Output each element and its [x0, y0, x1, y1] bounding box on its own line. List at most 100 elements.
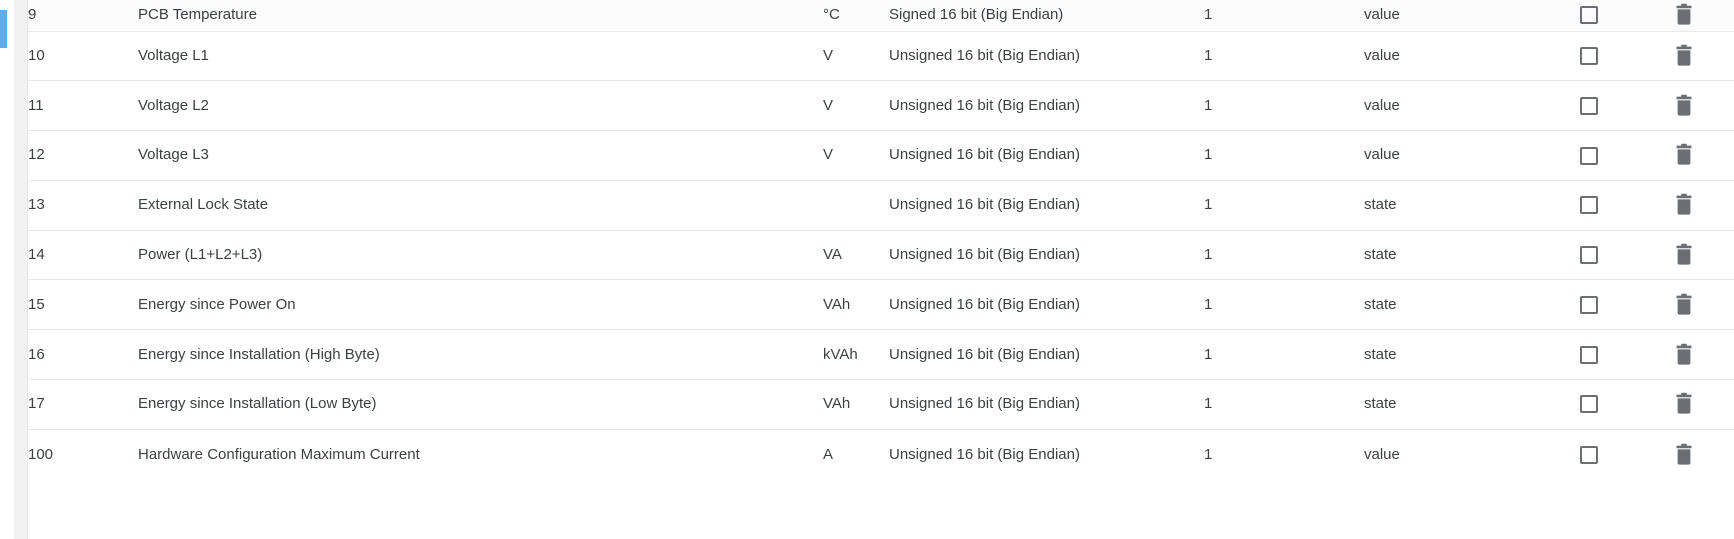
table-row[interactable]: 13 External Lock State Unsigned 16 bit (Bi… — [28, 180, 1734, 231]
table-row[interactable]: 10 Voltage L1 V Unsigned 16 bit (Big Endian… — [28, 31, 1734, 82]
register-kind-cell: value — [1364, 0, 1544, 32]
register-unit-cell: VAh — [823, 379, 889, 430]
register-delete-cell[interactable] — [1634, 130, 1734, 181]
register-data-type: Unsigned 16 bit (Big Endian) — [889, 46, 1080, 64]
register-kind: value — [1364, 96, 1400, 114]
register-select-cell[interactable] — [1544, 329, 1634, 381]
register-delete-cell[interactable] — [1634, 379, 1734, 430]
register-data-type: Unsigned 16 bit (Big Endian) — [889, 395, 1080, 413]
trash-icon[interactable] — [1673, 443, 1695, 467]
register-data-type-cell: Unsigned 16 bit (Big Endian) — [889, 31, 1204, 82]
register-select-cell[interactable] — [1544, 279, 1634, 331]
register-scale: 1 — [1204, 6, 1213, 24]
register-select-cell[interactable] — [1544, 130, 1634, 181]
register-unit: V — [823, 96, 834, 114]
register-delete-cell[interactable] — [1634, 180, 1734, 231]
register-data-type-cell: Unsigned 16 bit (Big Endian) — [889, 230, 1204, 281]
table-row[interactable]: 12 Voltage L3 V Unsigned 16 bit (Big Endian… — [28, 130, 1734, 181]
register-data-type-cell: Unsigned 16 bit (Big Endian) — [889, 329, 1204, 381]
register-select-cell[interactable] — [1544, 0, 1634, 32]
trash-icon[interactable] — [1673, 243, 1695, 267]
trash-icon[interactable] — [1673, 3, 1695, 27]
register-table-body: 9 PCB Temperature °C Signed 16 bit (Big End… — [28, 0, 1734, 479]
table-row[interactable]: 11 Voltage L2 V Unsigned 16 bit (Big Endian… — [28, 80, 1734, 132]
register-id-cell: 17 — [28, 379, 138, 430]
table-row[interactable]: 16 Energy since Installation (High Byte) k… — [28, 329, 1734, 381]
register-delete-cell[interactable] — [1634, 0, 1734, 32]
table-row[interactable]: 17 Energy since Installation (Low Byte) VA… — [28, 379, 1734, 430]
checkbox-unchecked-icon[interactable] — [1580, 46, 1598, 65]
register-data-type-cell: Unsigned 16 bit (Big Endian) — [889, 80, 1204, 132]
register-id-cell: 14 — [28, 230, 138, 281]
register-name-cell: PCB Temperature — [138, 0, 823, 32]
register-unit-cell: V — [823, 80, 889, 132]
trash-icon[interactable] — [1673, 44, 1695, 68]
checkbox-unchecked-icon[interactable] — [1580, 196, 1598, 215]
table-row[interactable]: 15 Energy since Power On VAh Unsigned 16 bi… — [28, 279, 1734, 331]
register-scale-cell: 1 — [1204, 279, 1364, 331]
register-kind-cell: state — [1364, 329, 1544, 381]
trash-icon[interactable] — [1673, 343, 1695, 367]
checkbox-unchecked-icon[interactable] — [1580, 445, 1598, 464]
register-select-cell[interactable] — [1544, 429, 1634, 479]
register-scale: 1 — [1204, 96, 1213, 114]
register-data-type-cell: Unsigned 16 bit (Big Endian) — [889, 379, 1204, 430]
trash-icon[interactable] — [1673, 94, 1695, 118]
register-delete-cell[interactable] — [1634, 230, 1734, 281]
register-id: 10 — [28, 46, 45, 64]
register-delete-cell[interactable] — [1634, 80, 1734, 132]
register-kind-cell: value — [1364, 429, 1544, 479]
register-unit-cell: VAh — [823, 279, 889, 331]
register-select-cell[interactable] — [1544, 80, 1634, 132]
register-scale-cell: 1 — [1204, 329, 1364, 381]
checkbox-unchecked-icon[interactable] — [1580, 146, 1598, 165]
trash-icon[interactable] — [1673, 193, 1695, 217]
table-viewport: 9 PCB Temperature °C Signed 16 bit (Big End… — [0, 0, 1734, 539]
register-id-cell: 15 — [28, 279, 138, 331]
register-scale: 1 — [1204, 246, 1213, 264]
table-row[interactable]: 14 Power (L1+L2+L3) VA Unsigned 16 bit (Big… — [28, 230, 1734, 281]
register-id-cell: 16 — [28, 329, 138, 381]
checkbox-unchecked-icon[interactable] — [1580, 395, 1598, 414]
register-scale: 1 — [1204, 146, 1213, 164]
register-select-cell[interactable] — [1544, 180, 1634, 231]
register-unit-cell: °C — [823, 0, 889, 32]
register-name-cell: Energy since Installation (Low Byte) — [138, 379, 823, 430]
checkbox-unchecked-icon[interactable] — [1580, 345, 1598, 364]
checkbox-unchecked-icon[interactable] — [1580, 295, 1598, 314]
register-id: 14 — [28, 246, 45, 264]
table-row[interactable]: 100 Hardware Configuration Maximum Curren… — [28, 429, 1734, 479]
register-select-cell[interactable] — [1544, 31, 1634, 82]
register-delete-cell[interactable] — [1634, 329, 1734, 381]
register-delete-cell[interactable] — [1634, 429, 1734, 479]
checkbox-unchecked-icon[interactable] — [1580, 96, 1598, 115]
checkbox-unchecked-icon[interactable] — [1580, 6, 1598, 25]
register-name: PCB Temperature — [138, 6, 257, 24]
register-kind: state — [1364, 246, 1397, 264]
checkbox-unchecked-icon[interactable] — [1580, 246, 1598, 265]
trash-icon[interactable] — [1673, 143, 1695, 167]
register-name: Energy since Installation (Low Byte) — [138, 395, 377, 413]
register-id-cell: 12 — [28, 130, 138, 181]
register-table: 9 PCB Temperature °C Signed 16 bit (Big End… — [28, 0, 1734, 479]
register-kind: value — [1364, 46, 1400, 64]
register-id: 15 — [28, 295, 45, 313]
register-scale-cell: 1 — [1204, 230, 1364, 281]
register-delete-cell[interactable] — [1634, 279, 1734, 331]
register-select-cell[interactable] — [1544, 379, 1634, 430]
trash-icon[interactable] — [1673, 293, 1695, 317]
register-unit: A — [823, 445, 834, 463]
register-name-cell: Voltage L2 — [138, 80, 823, 132]
table-row[interactable]: 9 PCB Temperature °C Signed 16 bit (Big End… — [28, 0, 1734, 32]
register-kind: state — [1364, 295, 1397, 313]
register-scale-cell: 1 — [1204, 31, 1364, 82]
register-delete-cell[interactable] — [1634, 31, 1734, 82]
register-data-type: Unsigned 16 bit (Big Endian) — [889, 445, 1080, 463]
register-kind-cell: value — [1364, 130, 1544, 181]
register-name-cell: Voltage L1 — [138, 31, 823, 82]
page-scrollbar-track[interactable] — [14, 0, 28, 539]
trash-icon[interactable] — [1673, 392, 1695, 416]
register-select-cell[interactable] — [1544, 230, 1634, 281]
register-name-cell: Energy since Power On — [138, 279, 823, 331]
register-unit-cell: V — [823, 31, 889, 82]
